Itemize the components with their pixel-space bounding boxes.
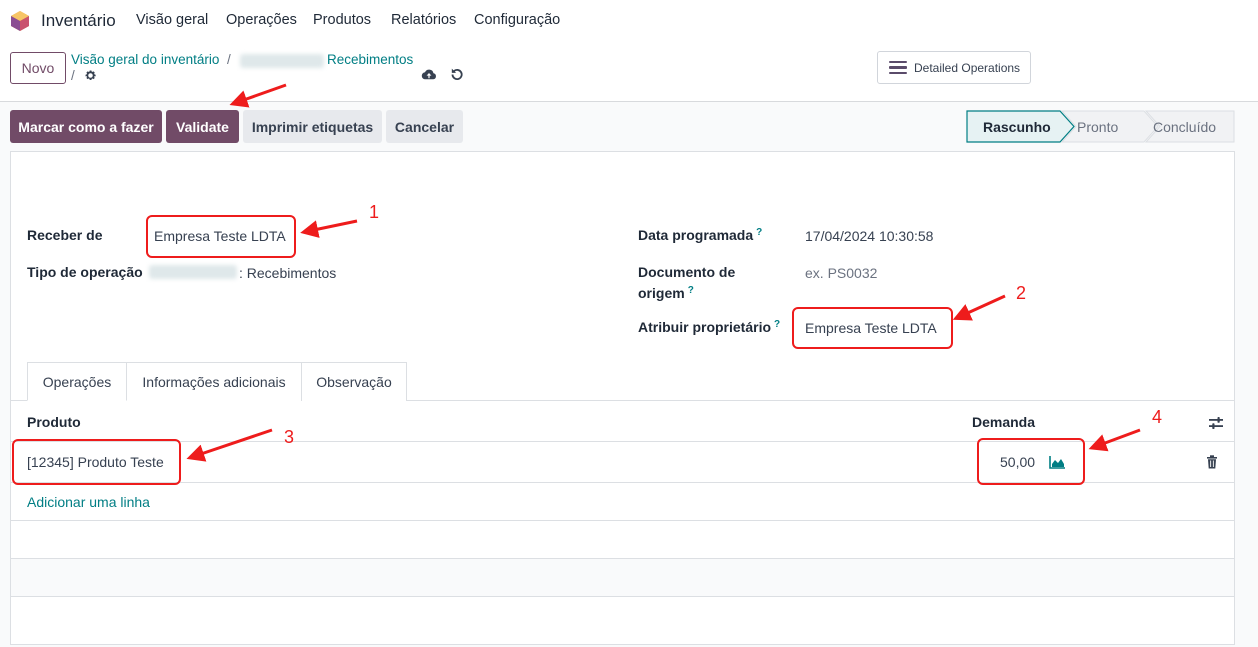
arrow-to-demand [1088,428,1141,452]
arrow-to-product [186,428,273,462]
arrow-to-owner [952,294,1006,321]
annotation-arrows [186,83,1141,462]
arrow-to-receive-from [300,219,358,238]
tab-operations[interactable]: Operações [27,362,127,401]
arrow-to-validate [229,83,287,108]
